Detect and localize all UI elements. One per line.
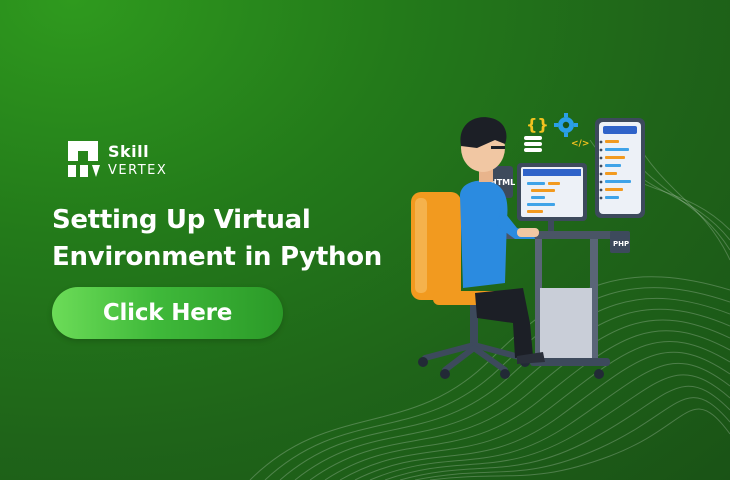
code-panel-right bbox=[595, 118, 645, 218]
database-icon bbox=[524, 136, 542, 152]
skill-vertex-logo-icon bbox=[68, 141, 100, 177]
brand-name-vertex: VERTEX bbox=[108, 163, 168, 178]
click-here-button[interactable]: Click Here bbox=[52, 287, 283, 339]
title-line-2: Environment in Python bbox=[52, 242, 383, 272]
floating-code-icons: {} </> bbox=[524, 113, 589, 152]
page-title: Setting Up Virtual Environment in Python bbox=[52, 202, 382, 276]
php-tag: PHP bbox=[613, 240, 629, 248]
title-line-1: Setting Up Virtual bbox=[52, 205, 311, 235]
gear-icon bbox=[554, 113, 578, 137]
promo-banner: Skill VERTEX Setting Up Virtual Environm… bbox=[0, 0, 730, 480]
code-tag-icon: </> bbox=[571, 139, 589, 149]
brand-logo: Skill VERTEX bbox=[66, 139, 176, 183]
brand-name-skill: Skill bbox=[108, 142, 150, 161]
monitor bbox=[517, 163, 587, 233]
developer-at-desk-illustration: {} </> HTML PHP bbox=[411, 113, 645, 379]
braces-icon: {} bbox=[526, 115, 549, 134]
